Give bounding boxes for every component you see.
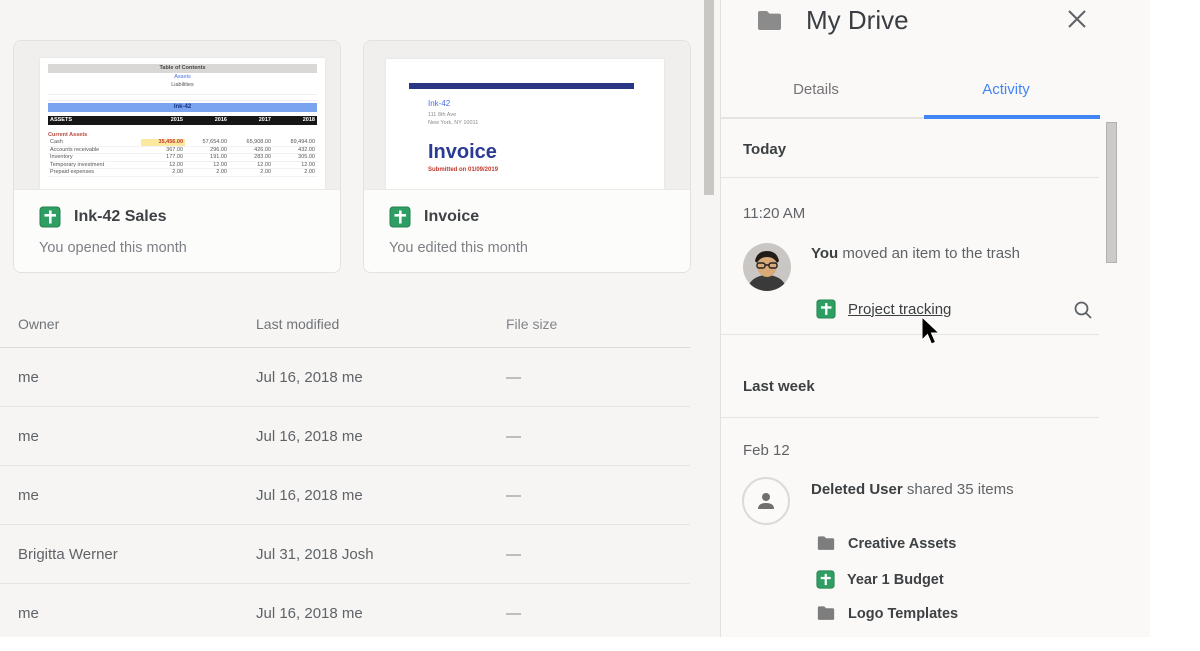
event-item-year-1-budget[interactable]: Year 1 Budget — [816, 570, 944, 589]
event-description: You moved an item to the trash — [811, 245, 1020, 262]
event-description: Deleted User shared 35 items — [811, 481, 1014, 498]
panel-tabs: Details Activity — [721, 75, 1100, 119]
invoice-address: 111 8th Ave New York, NY 10011 — [428, 111, 478, 127]
divider — [721, 334, 1099, 335]
sheets-icon — [39, 206, 61, 228]
invoice-rule — [409, 83, 634, 89]
group-label-today: Today — [743, 141, 786, 158]
table-row[interactable]: me Jul 16, 2018 me — — [0, 407, 690, 466]
card-footer: Ink-42 Sales You opened this month — [14, 189, 340, 273]
col-file-size[interactable]: File size — [506, 316, 690, 332]
close-icon[interactable] — [1064, 6, 1090, 32]
group-label-last-week: Last week — [743, 378, 815, 395]
invoice-submitted: Submitted on 01/09/2019 — [428, 167, 498, 173]
thumb-liabilities-link: Liabilities — [48, 81, 317, 89]
panel-title: My Drive — [806, 5, 909, 36]
event-item-creative-assets[interactable]: Creative Assets — [816, 535, 956, 552]
panel-scrollbar-thumb[interactable] — [1106, 122, 1117, 263]
col-owner[interactable]: Owner — [0, 316, 256, 332]
thumb-data-row: Accounts receivable 367.00 296.00 426.00… — [48, 147, 317, 155]
col-last-modified[interactable]: Last modified — [256, 316, 506, 332]
folder-icon — [816, 605, 836, 622]
divider — [721, 177, 1099, 178]
thumb-data-row: Inventory 177.00 191.00 283.00 305.00 — [48, 154, 317, 162]
event-actor: You — [811, 245, 838, 262]
table-row[interactable]: me Jul 16, 2018 me — — [0, 466, 690, 525]
thumb-data-row: Temporary investment 12.00 12.00 12.00 1… — [48, 162, 317, 170]
file-list-header: Owner Last modified File size — [0, 301, 690, 348]
drive-window: Table of Contents Assets Liabilities Ink… — [0, 0, 1150, 637]
thumb-header-row: ASSETS 2015 2016 2017 2018 — [48, 116, 317, 125]
sheets-icon — [816, 299, 836, 319]
sheets-icon — [389, 206, 411, 228]
tab-details[interactable]: Details — [721, 81, 911, 98]
event-action: moved an item to the trash — [838, 245, 1020, 262]
divider — [721, 417, 1099, 418]
event-time: 11:20 AM — [743, 205, 805, 222]
main-scrollbar-thumb[interactable] — [704, 0, 714, 195]
table-row[interactable]: me Jul 16, 2018 me — — [0, 584, 690, 637]
invoice-title: Invoice — [428, 141, 497, 164]
card-footer: Invoice You edited this month — [364, 189, 690, 273]
file-card-ink42-sales[interactable]: Table of Contents Assets Liabilities Ink… — [13, 40, 341, 273]
table-row[interactable]: Brigitta Werner Jul 31, 2018 Josh — — [0, 525, 690, 584]
card-title: Ink-42 Sales — [74, 208, 167, 226]
invoice-thumbnail: Ink-42 111 8th Ave New York, NY 10011 In… — [364, 41, 690, 189]
thumb-toc-title: Table of Contents — [48, 64, 317, 73]
event-action: shared 35 items — [903, 481, 1014, 498]
invoice-thumbnail-page: Ink-42 111 8th Ave New York, NY 10011 In… — [386, 59, 664, 189]
card-title: Invoice — [424, 208, 479, 226]
folder-icon — [756, 9, 783, 33]
user-avatar-photo — [743, 243, 791, 291]
thumb-assets-link: Assets — [48, 73, 317, 81]
folder-icon — [816, 535, 836, 552]
invoice-company: Ink-42 — [428, 99, 450, 108]
card-subtitle: You edited this month — [389, 240, 674, 256]
event-date: Feb 12 — [743, 442, 790, 459]
thumb-data-row: Cash 35,456.00 57,654.00 65,908.00 89,49… — [48, 139, 317, 147]
sheet-thumbnail-page: Table of Contents Assets Liabilities Ink… — [40, 58, 325, 189]
search-icon[interactable] — [1073, 300, 1093, 320]
thumb-section-label: Current Assets — [48, 130, 317, 139]
sheets-icon — [816, 570, 835, 589]
card-subtitle: You opened this month — [39, 240, 324, 256]
event-actor: Deleted User — [811, 481, 903, 498]
sheet-thumbnail: Table of Contents Assets Liabilities Ink… — [14, 41, 340, 189]
panel-header: My Drive — [721, 0, 1150, 44]
thumb-data-row: Prepaid expenses 2.00 2.00 2.00 2.00 — [48, 169, 317, 177]
tab-activity[interactable]: Activity — [911, 81, 1101, 98]
active-tab-underline — [924, 115, 1100, 119]
file-list: Owner Last modified File size me Jul 16,… — [0, 301, 690, 637]
table-row[interactable]: me Jul 16, 2018 me — — [0, 348, 690, 407]
deleted-user-avatar — [742, 477, 790, 525]
mouse-cursor — [920, 316, 946, 346]
file-card-invoice[interactable]: Ink-42 111 8th Ave New York, NY 10011 In… — [363, 40, 691, 273]
event-item-logo-templates[interactable]: Logo Templates — [816, 605, 958, 622]
person-icon — [753, 488, 779, 514]
thumb-sheet-band: Ink-42 — [48, 103, 317, 112]
item-link[interactable]: Project tracking — [848, 301, 951, 318]
